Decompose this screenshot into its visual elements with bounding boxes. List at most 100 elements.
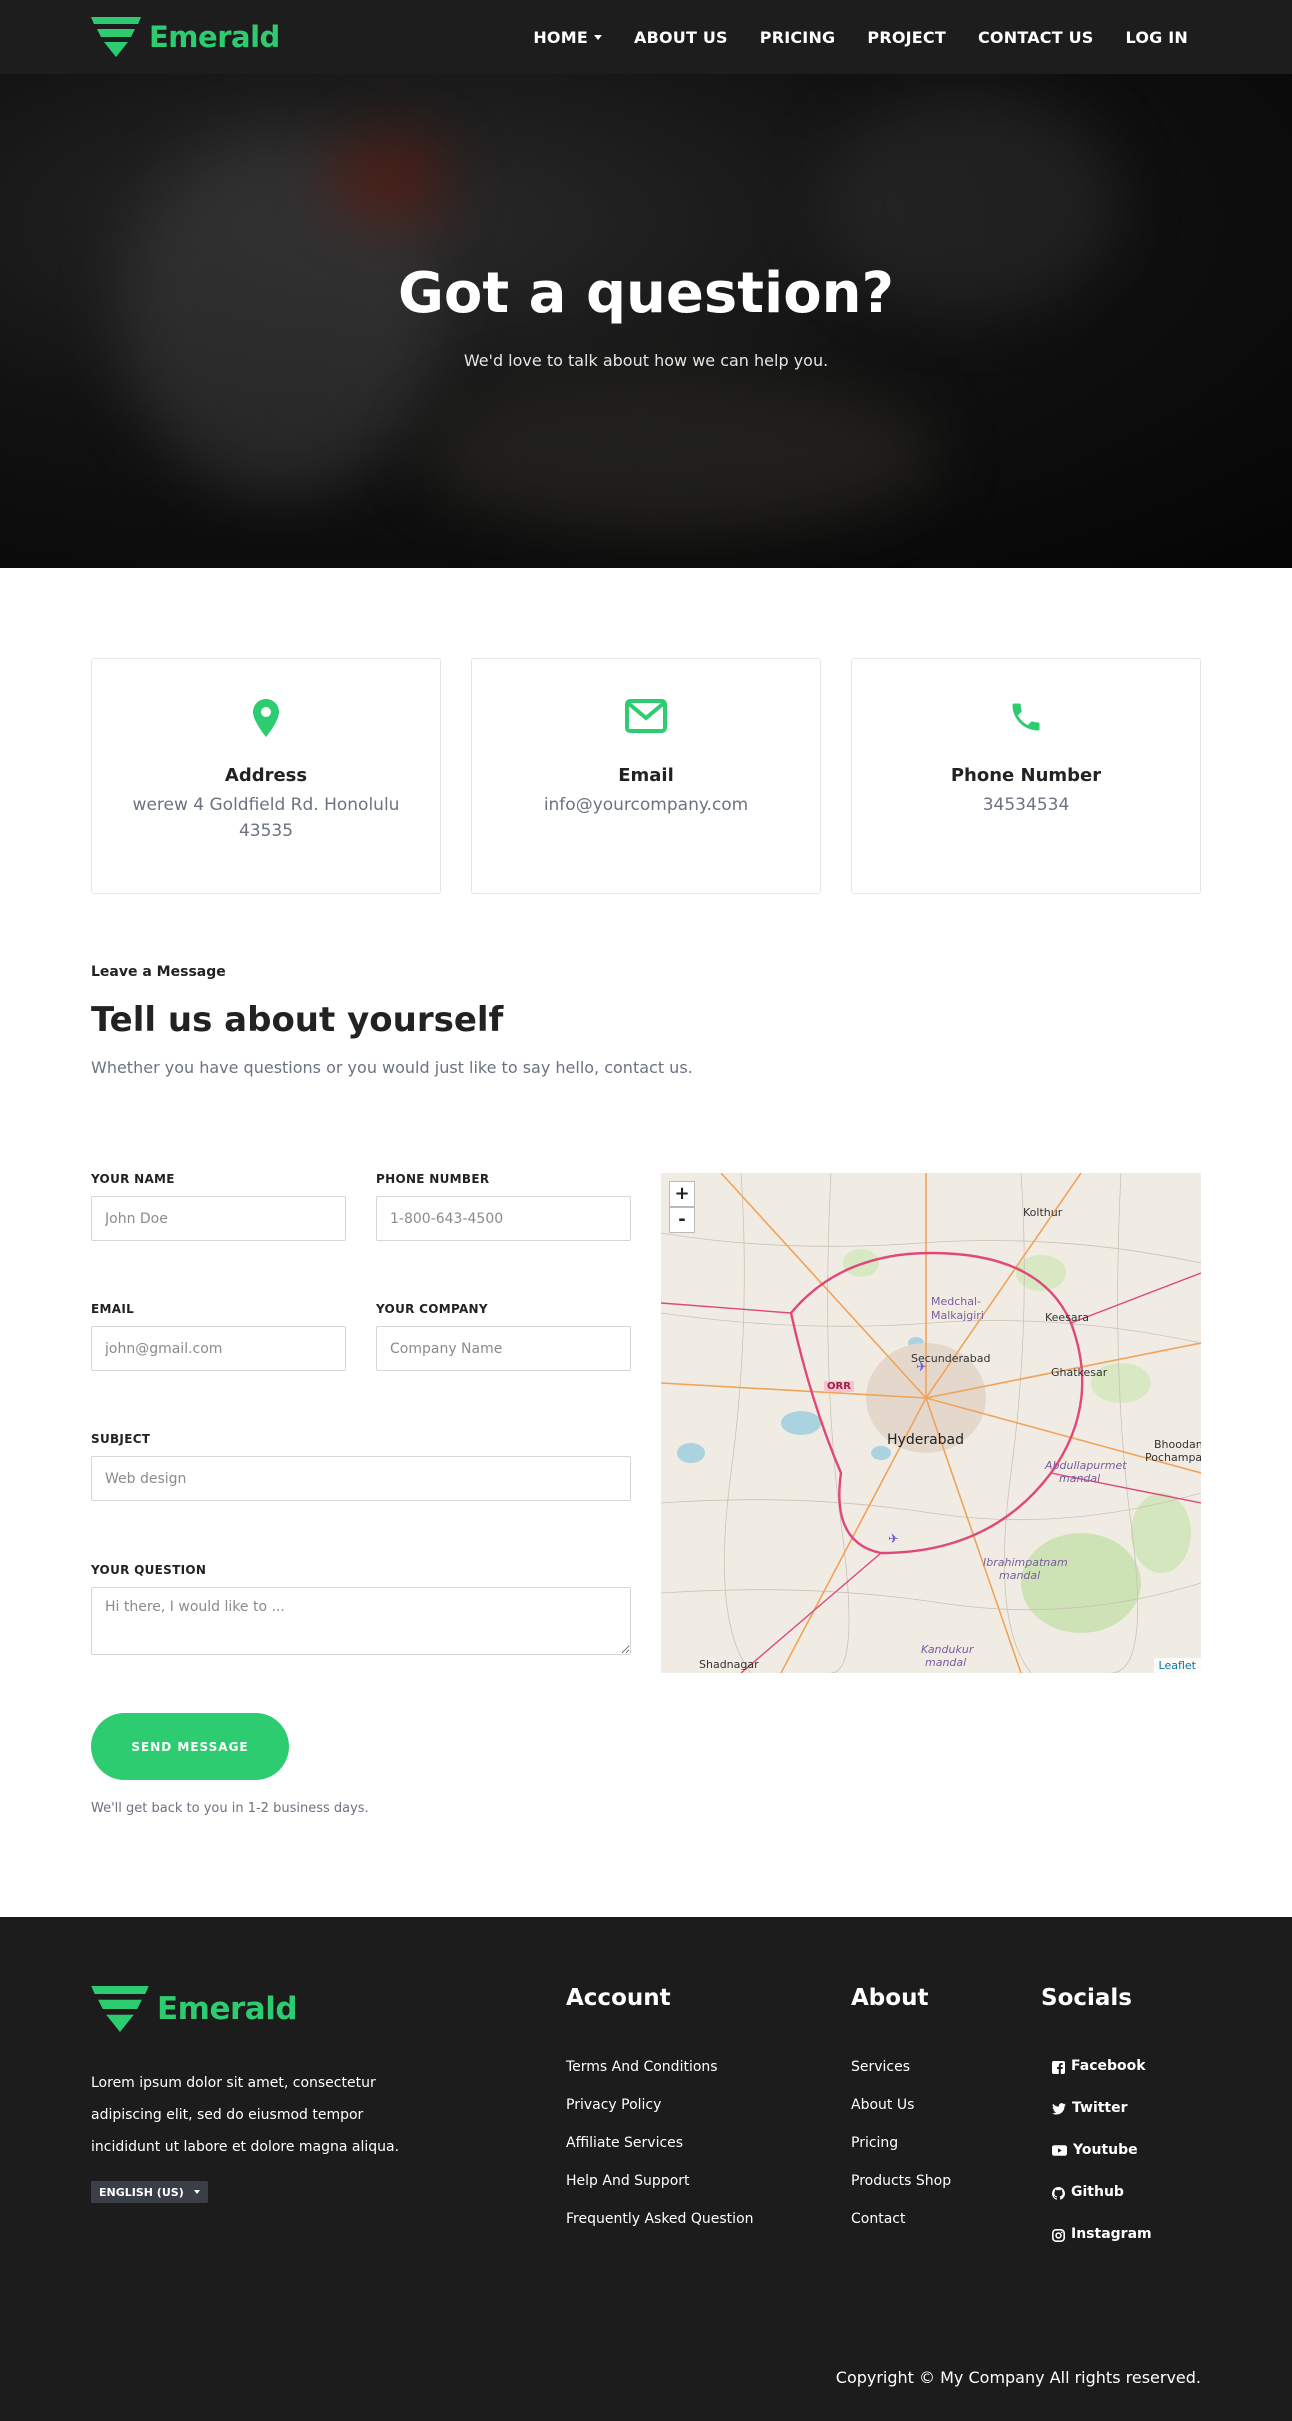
map-label: Ibrahimpatnam xyxy=(983,1556,1068,1569)
map-label: mandal xyxy=(1059,1472,1101,1485)
zoom-out-button[interactable]: - xyxy=(669,1207,695,1233)
nav-home[interactable]: HOME xyxy=(533,28,602,47)
location-map[interactable]: ✈ ✈ + - Kolthur Medchal- Malkajgiri Kees… xyxy=(661,1173,1201,1673)
footer-link[interactable]: Products Shop xyxy=(851,2171,951,2209)
footer-about-links: Services About Us Pricing Products Shop … xyxy=(851,2057,951,2247)
top-navbar: Emerald HOME ABOUT US PRICING PROJECT CO… xyxy=(0,0,1292,74)
map-label: Shadnagar xyxy=(699,1658,759,1671)
footer-link[interactable]: Terms And Conditions xyxy=(566,2057,754,2095)
nav-pricing[interactable]: PRICING xyxy=(760,28,836,47)
nav-contact-us[interactable]: CONTACT US xyxy=(978,28,1094,47)
footer-link[interactable]: About Us xyxy=(851,2095,951,2133)
footer-link[interactable]: Pricing xyxy=(851,2133,951,2171)
language-label: ENGLISH (US) xyxy=(99,2185,184,2199)
subject-input[interactable] xyxy=(91,1456,631,1501)
map-label: Keesara xyxy=(1045,1311,1089,1324)
email-card: Email info@yourcompany.com xyxy=(471,658,821,894)
nav-about-us[interactable]: ABOUT US xyxy=(634,28,728,47)
footer-social-links: Facebook Twitter Youtube Github Instagra… xyxy=(1052,2058,1152,2268)
emerald-logo-icon xyxy=(91,17,141,57)
facebook-icon xyxy=(1052,2061,1065,2074)
email-title: Email xyxy=(618,765,674,786)
phone-icon xyxy=(1012,703,1040,731)
footer-brand-name: Emerald xyxy=(157,1991,298,2027)
map-label: Pochampalli xyxy=(1145,1451,1201,1464)
footer-link[interactable]: Contact xyxy=(851,2209,951,2247)
instagram-icon xyxy=(1052,2229,1065,2242)
footer-link[interactable]: Help And Support xyxy=(566,2171,754,2209)
map-label: Abdullapurmet xyxy=(1045,1459,1127,1472)
hero-background-shape xyxy=(330,134,450,224)
phone-title: Phone Number xyxy=(950,765,1102,786)
map-label: mandal xyxy=(925,1656,967,1669)
footer-about-text: Lorem ipsum dolor sit amet, consectetur … xyxy=(91,2075,400,2155)
main-nav: HOME ABOUT US PRICING PROJECT CONTACT US… xyxy=(533,0,1188,74)
send-message-button[interactable]: SEND MESSAGE xyxy=(91,1713,289,1780)
phone-card: Phone Number 34534534 xyxy=(851,658,1201,894)
map-pin-icon xyxy=(253,699,279,737)
social-label: Facebook xyxy=(1071,2058,1146,2074)
email-input[interactable] xyxy=(91,1326,346,1371)
emerald-logo-icon xyxy=(91,1986,149,2032)
address-text: werew 4 Goldfield Rd. Honolulu 43535 xyxy=(132,795,400,841)
map-label: Ghatkesar xyxy=(1051,1366,1108,1379)
map-label: mandal xyxy=(999,1569,1041,1582)
map-label: Secunderabad xyxy=(911,1352,991,1365)
hero-title: Got a question? xyxy=(397,261,895,326)
map-label: Medchal- xyxy=(931,1295,982,1308)
footer-link[interactable]: Services xyxy=(851,2057,951,2095)
map-city-label: Hyderabad xyxy=(887,1432,964,1448)
chevron-down-icon xyxy=(593,34,602,40)
message-subtitle: Whether you have questions or you would … xyxy=(91,1058,693,1077)
name-label: YOUR NAME xyxy=(91,1172,175,1186)
envelope-icon xyxy=(625,699,667,733)
zoom-in-button[interactable]: + xyxy=(669,1181,695,1207)
message-title-bold: Tell us about xyxy=(91,1000,336,1040)
brand-logo[interactable]: Emerald xyxy=(91,17,280,57)
footer-link[interactable]: Affiliate Services xyxy=(566,2133,754,2171)
social-link-twitter[interactable]: Twitter xyxy=(1052,2100,1152,2142)
social-label: Youtube xyxy=(1073,2142,1138,2158)
site-footer: Emerald Lorem ipsum dolor sit amet, cons… xyxy=(0,1917,1292,2421)
email-text[interactable]: info@yourcompany.com xyxy=(511,792,781,818)
phone-label: PHONE NUMBER xyxy=(376,1172,490,1186)
social-link-github[interactable]: Github xyxy=(1052,2184,1152,2226)
phone-text[interactable]: 34534534 xyxy=(891,792,1161,818)
social-label: Github xyxy=(1071,2184,1124,2200)
footer-account-heading: Account xyxy=(566,1985,671,2011)
reply-note: We'll get back to you in 1-2 business da… xyxy=(91,1801,369,1816)
footer-socials-heading: Socials xyxy=(1041,1985,1132,2011)
footer-link[interactable]: Frequently Asked Question xyxy=(566,2209,754,2247)
footer-brand-logo[interactable]: Emerald xyxy=(91,1986,298,2032)
question-label: YOUR QUESTION xyxy=(91,1563,207,1577)
footer-account-links: Terms And Conditions Privacy Policy Affi… xyxy=(566,2057,754,2247)
company-input[interactable] xyxy=(376,1326,631,1371)
map-orr-badge: ORR xyxy=(824,1381,854,1392)
nav-log-in[interactable]: LOG IN xyxy=(1126,28,1188,47)
phone-input[interactable] xyxy=(376,1196,631,1241)
nav-project[interactable]: PROJECT xyxy=(867,28,946,47)
twitter-icon xyxy=(1052,2103,1066,2115)
social-label: Instagram xyxy=(1071,2226,1152,2242)
social-link-facebook[interactable]: Facebook xyxy=(1052,2058,1152,2100)
brand-name: Emerald xyxy=(149,20,280,54)
svg-text:✈: ✈ xyxy=(888,1532,899,1547)
footer-link[interactable]: Privacy Policy xyxy=(566,2095,754,2133)
social-link-instagram[interactable]: Instagram xyxy=(1052,2226,1152,2268)
message-title-rest: yourself xyxy=(335,1000,504,1040)
github-icon xyxy=(1052,2187,1065,2200)
nav-home-label: HOME xyxy=(533,27,588,47)
hero-banner: Got a question? We'd love to talk about … xyxy=(0,74,1292,568)
social-link-youtube[interactable]: Youtube xyxy=(1052,2142,1152,2184)
address-card: Address werew 4 Goldfield Rd. Honolulu 4… xyxy=(91,658,441,894)
map-label: Kandukur xyxy=(921,1643,974,1656)
message-eyebrow: Leave a Message xyxy=(91,964,226,980)
name-input[interactable] xyxy=(91,1196,346,1241)
chevron-down-icon xyxy=(193,2190,200,2194)
language-selector[interactable]: ENGLISH (US) xyxy=(91,2181,208,2203)
map-label: Bhoodan xyxy=(1154,1438,1201,1451)
leaflet-attribution-link[interactable]: Leaflet xyxy=(1153,1658,1201,1673)
hero-background-shape xyxy=(420,374,940,534)
question-textarea[interactable] xyxy=(91,1587,631,1655)
address-title: Address xyxy=(224,765,308,786)
